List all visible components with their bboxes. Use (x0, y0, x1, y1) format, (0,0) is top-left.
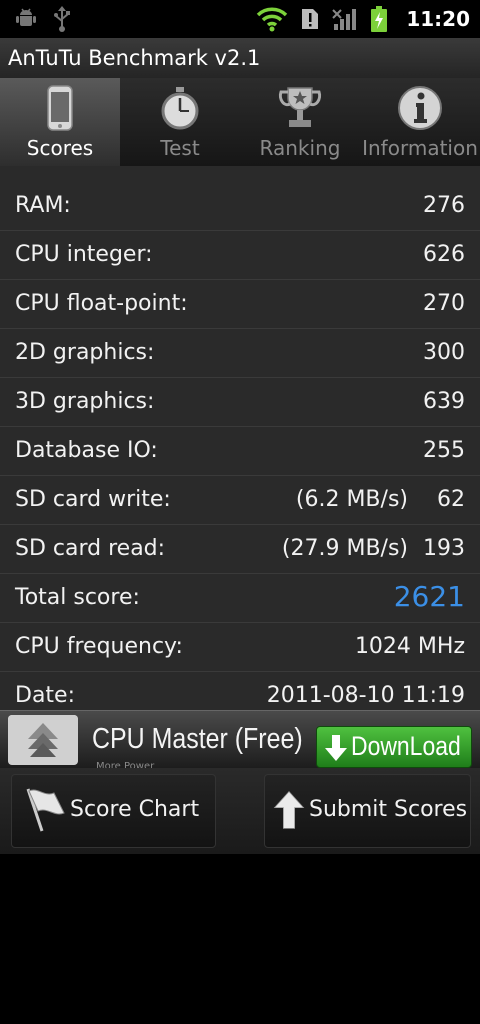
score-label: CPU frequency: (15, 634, 183, 659)
speed-value: (6.2 MB/s) (295, 487, 408, 512)
download-arrow-icon (325, 735, 347, 761)
score-row-2d-graphics: 2D graphics: 300 (0, 329, 480, 378)
score-value: 2011-08-10 11:19 (266, 683, 465, 708)
score-label: SD card write: (15, 487, 171, 512)
score-value: 193 (423, 536, 465, 561)
score-value: 276 (423, 193, 465, 218)
score-value: 1024 MHz (354, 634, 465, 659)
submit-scores-label: Submit Scores (309, 797, 468, 822)
tab-bar: Scores Test Ranking Information (0, 78, 480, 166)
flag-icon (26, 788, 65, 832)
tab-information[interactable]: Information (360, 78, 480, 166)
bottom-action-bar: Score Chart Submit Scores (0, 768, 480, 854)
score-value: 300 (423, 340, 465, 365)
total-score-value: 2621 (393, 580, 465, 613)
score-label: SD card read: (15, 536, 166, 561)
battery-icon (371, 6, 388, 32)
score-value: 270 (423, 291, 465, 316)
tab-label: Test (160, 136, 200, 160)
score-value: 255 (423, 438, 465, 463)
download-label: DownLoad (351, 731, 461, 761)
score-row-cpu-float: CPU float-point: 270 (0, 280, 480, 329)
score-chart-label: Score Chart (70, 797, 200, 822)
cpu-master-app-icon (8, 715, 78, 765)
ad-banner[interactable]: CPU Master (Free) More Power DownLoad (0, 710, 480, 772)
android-icon (16, 8, 36, 26)
score-label: Database IO: (15, 438, 158, 463)
score-label: CPU float-point: (15, 291, 188, 316)
score-row-total: Total score: 2621 (0, 574, 480, 623)
score-label: CPU integer: (15, 242, 153, 267)
info-icon (398, 86, 442, 130)
score-label: Date: (15, 683, 75, 708)
app-title-bar: AnTuTu Benchmark v2.1 (0, 38, 480, 79)
score-row-sd-write: SD card write: (6.2 MB/s) 62 (0, 476, 480, 525)
signal-icon (332, 9, 357, 30)
score-list: RAM: 276 CPU integer: 626 CPU float-poin… (0, 166, 480, 720)
score-row-ram: RAM: 276 (0, 182, 480, 231)
score-value: 626 (423, 242, 465, 267)
tab-label: Ranking (259, 136, 341, 160)
stopwatch-icon (161, 87, 199, 130)
wifi-icon (257, 7, 288, 32)
upload-arrow-icon (273, 791, 305, 829)
trophy-icon (278, 87, 322, 127)
score-row-3d-graphics: 3D graphics: 639 (0, 378, 480, 427)
submit-scores-button[interactable]: Submit Scores (264, 774, 471, 848)
score-value: 62 (437, 487, 465, 512)
tab-ranking[interactable]: Ranking (240, 78, 360, 166)
phone-icon (47, 85, 73, 131)
score-label: 3D graphics: (15, 389, 155, 414)
score-row-sd-read: SD card read: (27.9 MB/s) 193 (0, 525, 480, 574)
score-row-cpu-integer: CPU integer: 626 (0, 231, 480, 280)
score-row-database-io: Database IO: 255 (0, 427, 480, 476)
score-label: 2D graphics: (15, 340, 155, 365)
tab-label: Scores (26, 136, 94, 160)
status-bar: 11:20 (0, 0, 480, 38)
score-chart-button[interactable]: Score Chart (11, 774, 216, 848)
score-value: 639 (423, 389, 465, 414)
score-row-cpu-frequency: CPU frequency: 1024 MHz (0, 623, 480, 672)
sim-alert-icon (302, 9, 319, 29)
tab-test[interactable]: Test (120, 78, 240, 166)
download-button[interactable]: DownLoad (316, 726, 472, 768)
tab-scores[interactable]: Scores (0, 78, 120, 166)
score-label: Total score: (15, 585, 140, 610)
speed-value: (27.9 MB/s) (281, 536, 408, 561)
ad-title: CPU Master (Free) (92, 723, 303, 755)
app-title: AnTuTu Benchmark v2.1 (8, 46, 261, 70)
usb-icon (54, 6, 70, 32)
clock: 11:20 (406, 7, 470, 31)
tab-label: Information (362, 136, 478, 160)
score-label: RAM: (15, 193, 71, 218)
